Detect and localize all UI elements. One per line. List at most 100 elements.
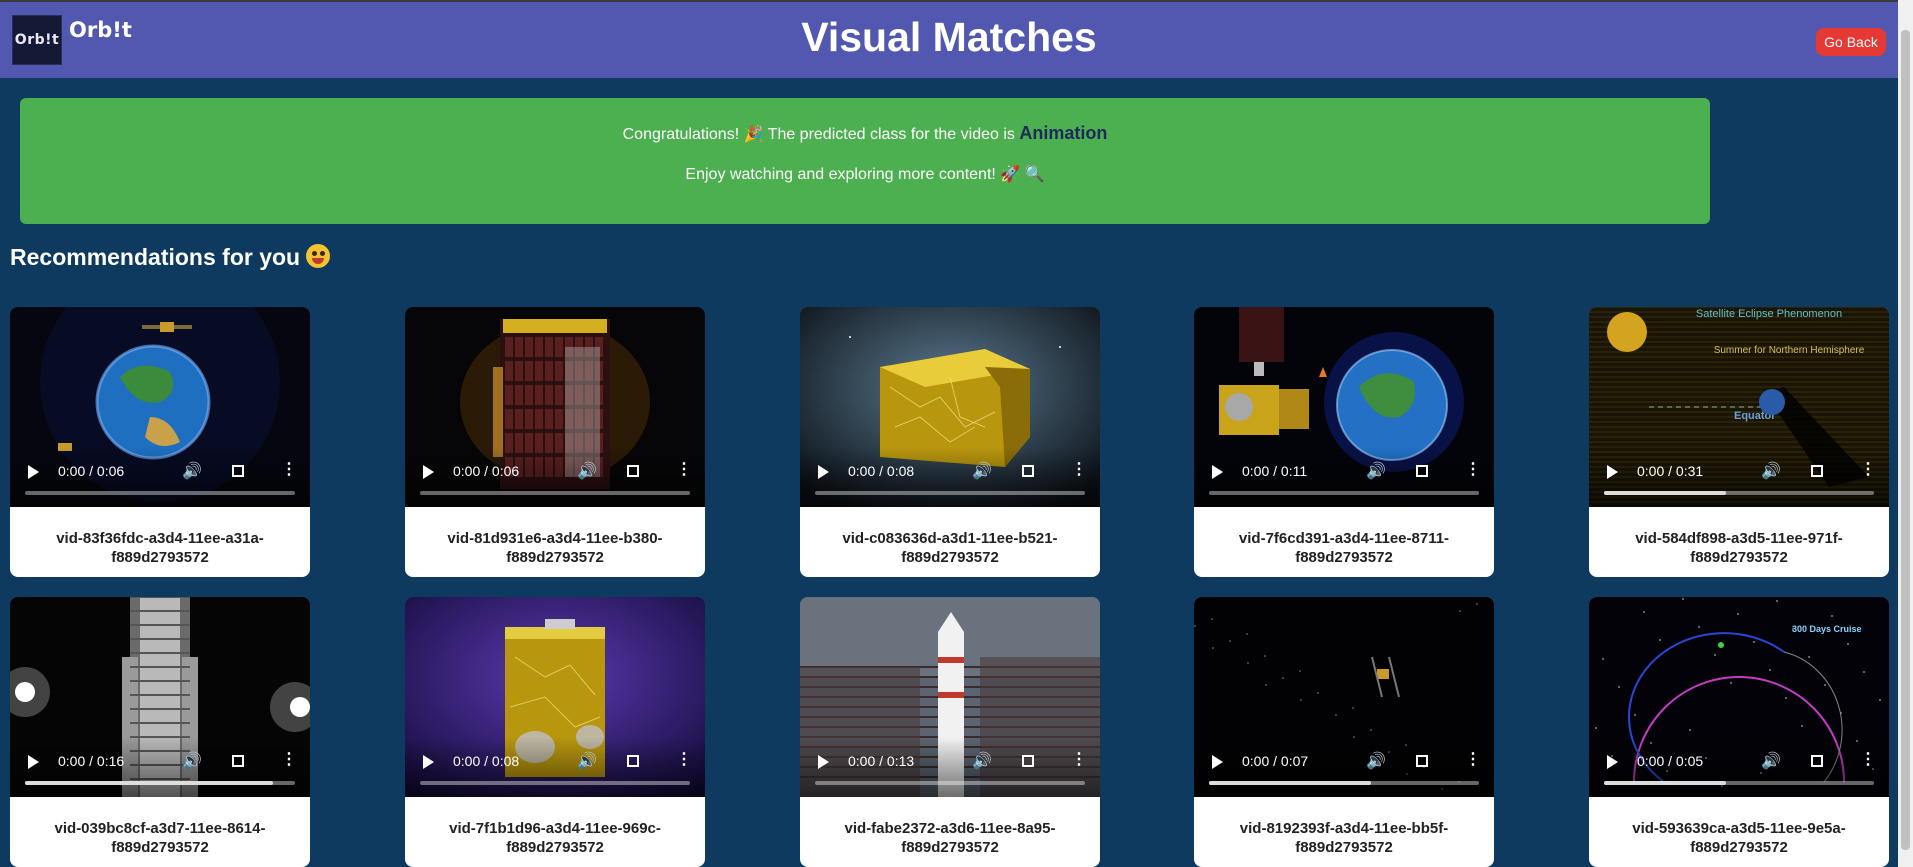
volume-icon[interactable]: 🔊 (182, 461, 202, 481)
more-options-icon[interactable]: ⋮ (1071, 459, 1087, 479)
video-controls: 0:00 / 0:07 🔊 ⋮ (1194, 737, 1494, 797)
page-scrollbar[interactable] (1898, 0, 1913, 867)
more-options-icon[interactable]: ⋮ (281, 749, 297, 769)
video-time: 0:00 / 0:08 (848, 463, 915, 479)
svg-text:300 Days Cruise: 300 Days Cruise (1792, 624, 1862, 634)
video-progress-bar[interactable] (1604, 491, 1874, 495)
scrollbar-thumb[interactable] (1901, 30, 1910, 850)
recommendations-heading: Recommendations for you (10, 244, 331, 271)
volume-icon[interactable]: 🔊 (972, 751, 992, 771)
video-progress-bar[interactable] (1209, 781, 1479, 785)
video-card[interactable]: 0:00 / 0:08 🔊 ⋮ vid-7f1b1d96-a3d4-11ee-9… (405, 597, 705, 867)
video-player[interactable]: 0:00 / 0:08 🔊 ⋮ (800, 307, 1100, 507)
fullscreen-icon[interactable] (1022, 465, 1034, 477)
fullscreen-icon[interactable] (1416, 465, 1428, 477)
more-options-icon[interactable]: ⋮ (281, 459, 297, 479)
video-player[interactable]: Satellite Eclipse Phenomenon Summer for N… (1589, 307, 1889, 507)
video-progress-bar[interactable] (420, 781, 690, 785)
play-icon[interactable] (28, 465, 39, 479)
recommendations-title-text: Recommendations for you (10, 244, 301, 270)
video-progress-bar[interactable] (1604, 781, 1874, 785)
play-icon[interactable] (818, 465, 829, 479)
play-icon[interactable] (1607, 465, 1618, 479)
fullscreen-icon[interactable] (627, 755, 639, 767)
video-progress-bar[interactable] (25, 781, 295, 785)
video-player[interactable]: 0:00 / 0:11 🔊 ⋮ (1194, 307, 1494, 507)
video-controls: 0:00 / 0:11 🔊 ⋮ (1194, 447, 1494, 507)
prediction-prefix: Congratulations! 🎉 The predicted class f… (622, 126, 1015, 143)
fullscreen-icon[interactable] (1811, 465, 1823, 477)
more-options-icon[interactable]: ⋮ (1465, 459, 1481, 479)
video-card[interactable]: 0:00 / 0:06 🔊 ⋮ vid-83f36fdc-a3d4-11ee-a… (10, 307, 310, 577)
video-time: 0:00 / 0:16 (58, 753, 125, 769)
video-card[interactable]: 300 Days Cruise 0:00 / 0:05 🔊 ⋮ vid-5936… (1589, 597, 1889, 867)
more-options-icon[interactable]: ⋮ (1071, 749, 1087, 769)
video-controls: 0:00 / 0:06 🔊 ⋮ (405, 447, 705, 507)
play-icon[interactable] (1212, 465, 1223, 479)
volume-icon[interactable]: 🔊 (972, 461, 992, 481)
video-player[interactable]: 0:00 / 0:13 🔊 ⋮ (800, 597, 1100, 797)
video-card[interactable]: 0:00 / 0:13 🔊 ⋮ vid-fabe2372-a3d6-11ee-8… (800, 597, 1100, 867)
video-id-label: vid-7f6cd391-a3d4-11ee-8711-f889d2793572 (1238, 530, 1450, 566)
video-id-label: vid-039bc8cf-a3d7-11ee-8614-f889d2793572 (54, 820, 266, 856)
video-progress-bar[interactable] (815, 781, 1085, 785)
video-id-label: vid-83f36fdc-a3d4-11ee-a31a-f889d2793572 (56, 530, 264, 566)
volume-icon[interactable]: 🔊 (1366, 461, 1386, 481)
play-icon[interactable] (1607, 755, 1618, 769)
video-player[interactable]: 300 Days Cruise 0:00 / 0:05 🔊 ⋮ (1589, 597, 1889, 797)
fullscreen-icon[interactable] (232, 755, 244, 767)
video-progress-bar[interactable] (1209, 491, 1479, 495)
video-player[interactable]: 0:00 / 0:06 🔊 ⋮ (10, 307, 310, 507)
video-player[interactable]: 0:00 / 0:06 🔊 ⋮ (405, 307, 705, 507)
video-card[interactable]: Satellite Eclipse Phenomenon Summer for N… (1589, 307, 1889, 577)
fullscreen-icon[interactable] (627, 465, 639, 477)
svg-text:Summer for Northern Hemisphere: Summer for Northern Hemisphere (1714, 345, 1865, 356)
more-options-icon[interactable]: ⋮ (1465, 749, 1481, 769)
play-icon[interactable] (423, 755, 434, 769)
video-controls: 0:00 / 0:16 🔊 ⋮ (10, 737, 310, 797)
video-card[interactable]: 0:00 / 0:07 🔊 ⋮ vid-8192393f-a3d4-11ee-b… (1194, 597, 1494, 867)
fullscreen-icon[interactable] (1416, 755, 1428, 767)
volume-icon[interactable]: 🔊 (182, 751, 202, 771)
play-icon[interactable] (423, 465, 434, 479)
video-id-label: vid-c083636d-a3d1-11ee-b521-f889d2793572 (842, 530, 1058, 566)
video-player[interactable]: 0:00 / 0:08 🔊 ⋮ (405, 597, 705, 797)
play-icon[interactable] (1212, 755, 1223, 769)
more-options-icon[interactable]: ⋮ (676, 459, 692, 479)
play-icon[interactable] (28, 755, 39, 769)
go-back-button[interactable]: Go Back (1816, 28, 1886, 56)
video-controls: 0:00 / 0:08 🔊 ⋮ (405, 737, 705, 797)
video-id-label: vid-81d931e6-a3d4-11ee-b380-f889d2793572 (447, 530, 663, 566)
video-progress-bar[interactable] (815, 491, 1085, 495)
play-icon[interactable] (818, 755, 829, 769)
volume-icon[interactable]: 🔊 (577, 751, 597, 771)
video-time: 0:00 / 0:31 (1637, 463, 1704, 479)
svg-text:Satellite Eclipse Phenomenon: Satellite Eclipse Phenomenon (1696, 308, 1842, 320)
enjoy-message: Enjoy watching and exploring more conten… (685, 166, 1045, 183)
video-progress-bar[interactable] (420, 491, 690, 495)
volume-icon[interactable]: 🔊 (577, 461, 597, 481)
video-time: 0:00 / 0:06 (453, 463, 520, 479)
video-progress-bar[interactable] (25, 491, 295, 495)
volume-icon[interactable]: 🔊 (1761, 751, 1781, 771)
more-options-icon[interactable]: ⋮ (1860, 459, 1876, 479)
video-player[interactable]: 0:00 / 0:16 🔊 ⋮ (10, 597, 310, 797)
fullscreen-icon[interactable] (1811, 755, 1823, 767)
prediction-line: Congratulations! 🎉 The predicted class f… (20, 123, 1710, 144)
video-card[interactable]: 0:00 / 0:06 🔊 ⋮ vid-81d931e6-a3d4-11ee-b… (405, 307, 705, 577)
video-player[interactable]: 0:00 / 0:07 🔊 ⋮ (1194, 597, 1494, 797)
more-options-icon[interactable]: ⋮ (1860, 749, 1876, 769)
prediction-banner: Congratulations! 🎉 The predicted class f… (20, 98, 1710, 224)
more-options-icon[interactable]: ⋮ (676, 749, 692, 769)
video-card[interactable]: 0:00 / 0:16 🔊 ⋮ vid-039bc8cf-a3d7-11ee-8… (10, 597, 310, 867)
fullscreen-icon[interactable] (1022, 755, 1034, 767)
video-card[interactable]: 0:00 / 0:08 🔊 ⋮ vid-c083636d-a3d1-11ee-b… (800, 307, 1100, 577)
volume-icon[interactable]: 🔊 (1761, 461, 1781, 481)
volume-icon[interactable]: 🔊 (1366, 751, 1386, 771)
page-title: Visual Matches (801, 14, 1097, 60)
video-controls: 0:00 / 0:08 🔊 ⋮ (800, 447, 1100, 507)
video-time: 0:00 / 0:13 (848, 753, 915, 769)
video-time: 0:00 / 0:07 (1242, 753, 1309, 769)
video-card[interactable]: 0:00 / 0:11 🔊 ⋮ vid-7f6cd391-a3d4-11ee-8… (1194, 307, 1494, 577)
fullscreen-icon[interactable] (232, 465, 244, 477)
